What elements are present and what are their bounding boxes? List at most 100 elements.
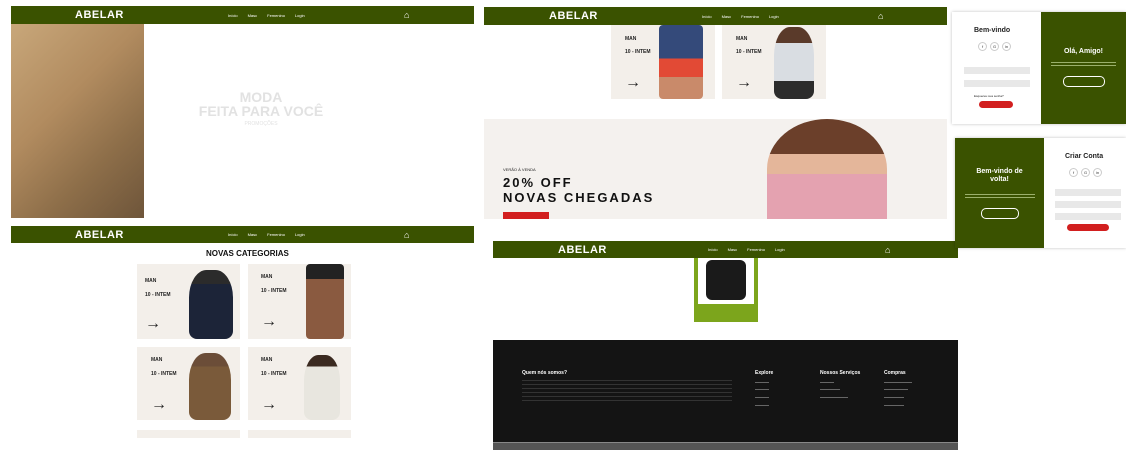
nav-link[interactable]: Masc <box>728 247 738 252</box>
email-field[interactable] <box>964 67 1030 74</box>
signin-side-title-line1: Bem-vindo de <box>976 168 1023 175</box>
social-google-icon[interactable]: G <box>1081 168 1090 177</box>
card-label: 10 - INTEM <box>261 371 287 377</box>
arrow-right-icon[interactable]: → <box>261 397 277 413</box>
nav-link[interactable]: Masc <box>248 232 258 237</box>
footer-link[interactable] <box>884 382 912 383</box>
nav-link[interactable]: Masc <box>722 14 732 19</box>
hero-title-line1: MODA <box>239 89 283 105</box>
brand-logo[interactable]: ABELAR <box>75 9 124 21</box>
product-card[interactable] <box>694 258 758 322</box>
signup-button[interactable] <box>1063 76 1105 87</box>
brand-logo[interactable]: ABELAR <box>75 229 124 241</box>
footer-link[interactable] <box>755 382 769 383</box>
navbar-categories: ABELAR Início Masc Femenino Login ⌂ <box>11 226 474 243</box>
name-field[interactable] <box>1055 189 1121 196</box>
nav-link[interactable]: Femenino <box>267 13 285 18</box>
card-tag: MAN <box>151 357 163 363</box>
footer-link[interactable] <box>755 389 769 390</box>
card-tag: MAN <box>145 278 157 284</box>
category-card[interactable]: MAN 10 - INTEM → <box>722 25 826 99</box>
social-google-icon[interactable]: G <box>990 42 999 51</box>
arrow-right-icon[interactable]: → <box>625 75 641 91</box>
signup-side-panel: Olá, Amigo! <box>1041 12 1126 124</box>
nav-link[interactable]: Início <box>228 13 238 18</box>
model-image <box>189 353 231 420</box>
cart-icon[interactable]: ⌂ <box>885 245 890 255</box>
footer-link[interactable] <box>884 405 904 406</box>
footer-link[interactable] <box>884 389 908 390</box>
nav-link[interactable]: Início <box>708 247 718 252</box>
shop-now-button[interactable] <box>503 212 549 219</box>
arrow-right-icon[interactable]: → <box>261 314 277 330</box>
model-image <box>304 355 340 420</box>
nav-links: Início Masc Femenino Login <box>708 247 785 252</box>
card-tag: MAN <box>736 36 748 42</box>
footer-col-title: Nossos Serviços <box>820 370 861 376</box>
login-panel: Bem-vindo f G in Esqueceu sua senha? Olá… <box>952 12 1126 124</box>
hero-title: MODA FEITA PARA VOCÊ PROMOÇÕES <box>161 90 361 127</box>
cart-icon[interactable]: ⌂ <box>404 230 409 240</box>
signin-side-title: Bem-vindo de volta! <box>955 168 1044 185</box>
email-field[interactable] <box>1055 201 1121 208</box>
nav-link[interactable]: Login <box>775 247 785 252</box>
footer-link[interactable] <box>884 397 904 398</box>
social-facebook-icon[interactable]: f <box>978 42 987 51</box>
forgot-password-link[interactable]: Esqueceu sua senha? <box>974 94 1004 98</box>
card-tag: MAN <box>625 36 637 42</box>
navbar-footer: ABELAR Início Masc Femenino Login ⌂ <box>493 241 958 258</box>
arrow-right-icon[interactable]: → <box>151 397 167 413</box>
jacket-image <box>11 24 144 218</box>
footer-about-title: Quem nós somos? <box>522 370 568 376</box>
password-field[interactable] <box>1055 213 1121 220</box>
category-card[interactable]: MAN 10 - INTEM → <box>611 25 715 99</box>
product-image <box>698 258 754 304</box>
nav-link[interactable]: Login <box>295 232 305 237</box>
signup-side-text <box>1051 62 1116 68</box>
social-linkedin-icon[interactable]: in <box>1002 42 1011 51</box>
category-card[interactable]: MAN 10 - INTEM → <box>137 347 240 420</box>
card-label: 10 - INTEM <box>261 288 287 294</box>
category-card-partial <box>137 430 240 438</box>
nav-link[interactable]: Início <box>702 14 712 19</box>
signin-button[interactable] <box>981 208 1019 219</box>
promo-headline-2: NOVAS CHEGADAS <box>503 190 655 205</box>
nav-link[interactable]: Femenino <box>741 14 759 19</box>
hero-cta[interactable]: PROMOÇÕES <box>161 122 361 127</box>
category-card[interactable]: MAN 10 - INTEM → <box>248 347 351 420</box>
footer-link[interactable] <box>820 389 840 390</box>
footer-link[interactable] <box>755 397 769 398</box>
cart-icon[interactable]: ⌂ <box>878 11 883 21</box>
nav-links: Início Masc Femenino Login <box>228 13 305 18</box>
footer-link[interactable] <box>755 405 769 406</box>
sign-up-button[interactable] <box>1067 224 1109 231</box>
arrow-right-icon[interactable]: → <box>736 75 752 91</box>
section-title: NOVAS CATEGORIAS <box>206 249 289 258</box>
card-tag: MAN <box>261 274 273 280</box>
brand-logo[interactable]: ABELAR <box>558 244 607 256</box>
signup-side-title: Olá, Amigo! <box>1063 48 1104 55</box>
nav-link[interactable]: Login <box>295 13 305 18</box>
puffer-jacket <box>706 260 746 300</box>
sign-in-button[interactable] <box>979 101 1013 108</box>
footer-link[interactable] <box>820 397 848 398</box>
model-image <box>767 119 887 219</box>
promo-banner: VERÃO À VENDA 20% OFF NOVAS CHEGADAS <box>484 119 947 219</box>
social-linkedin-icon[interactable]: in <box>1093 168 1102 177</box>
card-tag: MAN <box>261 357 273 363</box>
category-card[interactable]: MAN 10 - INTEM → <box>248 264 351 339</box>
nav-link[interactable]: Femenino <box>747 247 765 252</box>
brand-logo[interactable]: ABELAR <box>549 10 598 22</box>
category-card[interactable]: MAN 10 - INTEM → <box>137 264 240 339</box>
arrow-right-icon[interactable]: → <box>145 316 161 332</box>
nav-link[interactable]: Femenino <box>267 232 285 237</box>
nav-link[interactable]: Login <box>769 14 779 19</box>
social-facebook-icon[interactable]: f <box>1069 168 1078 177</box>
password-field[interactable] <box>964 80 1030 87</box>
navbar-hero: ABELAR Início Masc Femenino Login ⌂ <box>11 6 474 24</box>
nav-link[interactable]: Início <box>228 232 238 237</box>
footer-link[interactable] <box>820 382 834 383</box>
cart-icon[interactable]: ⌂ <box>404 10 409 20</box>
nav-link[interactable]: Masc <box>248 13 258 18</box>
model-image <box>659 25 703 99</box>
